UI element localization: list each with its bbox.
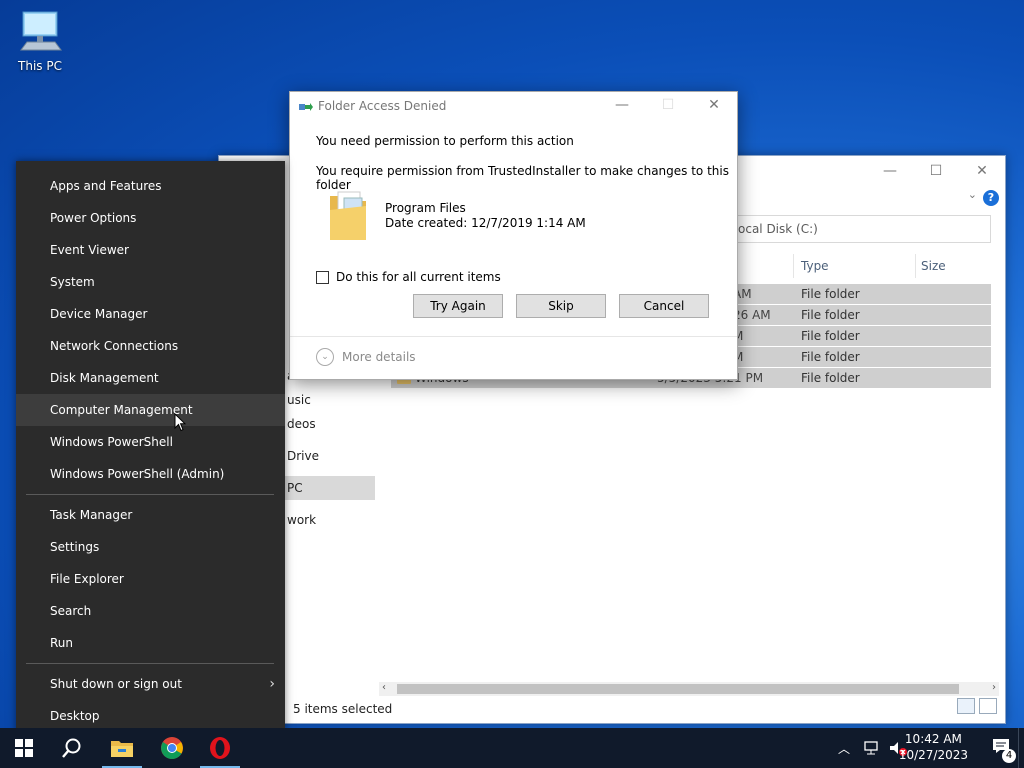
network-icon[interactable]	[862, 740, 880, 756]
menu-item-settings[interactable]: Settings	[16, 531, 285, 563]
cancel-button[interactable]: Cancel	[619, 294, 709, 318]
notification-count-badge: 4	[1002, 749, 1016, 763]
chevron-down-icon[interactable]: ⌄	[968, 188, 977, 201]
show-desktop-button[interactable]	[1018, 728, 1024, 768]
minimize-button[interactable]: —	[867, 156, 913, 186]
menu-item-shut-down-or-sign-out[interactable]: Shut down or sign out ›	[16, 668, 285, 700]
file-explorer-icon	[111, 741, 133, 757]
menu-item-apps-and-features[interactable]: Apps and Features	[16, 170, 285, 202]
address-bar[interactable]: ocal Disk (C:)	[729, 215, 991, 243]
clock-date: 10/27/2023	[898, 748, 968, 762]
apply-to-all-checkbox[interactable]: Do this for all current items	[316, 270, 501, 284]
opera-icon	[210, 737, 230, 759]
cell-type: File folder	[801, 308, 860, 322]
windows-logo-icon	[15, 739, 33, 757]
menu-item-power-options[interactable]: Power Options	[16, 202, 285, 234]
dialog-message-primary: You need permission to perform this acti…	[316, 134, 574, 148]
column-header-type[interactable]: Type	[801, 254, 829, 278]
dialog-title: Folder Access Denied	[318, 99, 447, 113]
start-button[interactable]	[0, 728, 48, 768]
dialog-minimize-button[interactable]: —	[599, 91, 645, 119]
desktop-icon-this-pc[interactable]: This PC	[10, 8, 70, 73]
cell-type: File folder	[801, 371, 860, 385]
folder-icon	[330, 191, 366, 240]
menu-item-windows-powershell-admin[interactable]: Windows PowerShell (Admin)	[16, 458, 285, 490]
mouse-cursor-icon	[174, 413, 186, 432]
skip-button[interactable]: Skip	[516, 294, 606, 318]
nav-item-onedrive[interactable]: Drive	[279, 444, 375, 468]
taskbar-app-opera[interactable]	[196, 728, 244, 768]
dialog-message-secondary: You require permission from TrustedInsta…	[316, 164, 729, 192]
folder-date-created: Date created: 12/7/2019 1:14 AM	[385, 216, 586, 230]
menu-item-network-connections[interactable]: Network Connections	[16, 330, 285, 362]
chevron-down-icon: ⌄	[316, 348, 334, 366]
dialog-maximize-button: ☐	[661, 97, 675, 113]
menu-item-windows-powershell[interactable]: Windows PowerShell	[16, 426, 285, 458]
nav-item-network[interactable]: work	[279, 508, 375, 532]
try-again-button[interactable]: Try Again	[413, 294, 503, 318]
file-move-icon	[299, 103, 313, 111]
menu-separator	[26, 663, 274, 664]
folder-name: Program Files	[385, 201, 466, 215]
chevron-right-icon: ›	[269, 676, 275, 692]
chrome-icon	[161, 737, 183, 759]
menu-item-system[interactable]: System	[16, 266, 285, 298]
clock-time: 10:42 AM	[904, 732, 962, 746]
help-icon[interactable]: ?	[983, 190, 999, 206]
menu-item-disk-management[interactable]: Disk Management	[16, 362, 285, 394]
menu-item-label: Shut down or sign out	[50, 677, 182, 691]
cell-type: File folder	[801, 329, 860, 343]
more-details-toggle[interactable]: ⌄ More details	[316, 348, 416, 366]
taskbar-app-file-explorer[interactable]	[98, 728, 146, 768]
action-center-button[interactable]: 4	[992, 738, 1016, 763]
menu-item-search[interactable]: Search	[16, 595, 285, 627]
taskbar-clock[interactable]: 10:42 AM 10/27/2023	[899, 731, 968, 763]
this-pc-icon	[20, 11, 62, 51]
nav-item-music[interactable]: usic	[279, 388, 375, 412]
search-button[interactable]	[48, 728, 96, 768]
dialog-titlebar[interactable]: Folder Access Denied — ☐ ✕	[290, 92, 737, 120]
desktop-icon-label: This PC	[18, 59, 62, 73]
menu-item-file-explorer[interactable]: File Explorer	[16, 563, 285, 595]
cell-type: File folder	[801, 350, 860, 364]
checkbox-label: Do this for all current items	[336, 270, 501, 284]
status-bar-text: 5 items selected	[293, 702, 393, 716]
close-button[interactable]: ✕	[959, 156, 1005, 186]
system-tray: ︿	[838, 728, 908, 768]
scroll-right-icon[interactable]: ›	[992, 682, 996, 693]
menu-separator	[26, 494, 274, 495]
more-details-label: More details	[342, 350, 416, 364]
large-icons-view-icon[interactable]	[979, 698, 997, 714]
details-view-icon[interactable]	[957, 698, 975, 714]
dialog-close-button[interactable]: ✕	[691, 91, 737, 119]
winx-power-user-menu: Apps and Features Power Options Event Vi…	[16, 161, 285, 740]
navigation-pane: atures usic deos Drive PC work	[279, 326, 375, 706]
menu-item-event-viewer[interactable]: Event Viewer	[16, 234, 285, 266]
dialog-divider	[290, 336, 737, 337]
cell-type: File folder	[801, 287, 860, 301]
maximize-button[interactable]: ☐	[913, 156, 959, 186]
column-divider[interactable]	[793, 254, 794, 278]
column-header-size[interactable]: Size	[921, 254, 946, 278]
menu-item-device-manager[interactable]: Device Manager	[16, 298, 285, 330]
search-icon	[62, 738, 81, 758]
horizontal-scrollbar[interactable]: ‹ ›	[379, 682, 999, 696]
view-buttons	[957, 698, 997, 714]
nav-item-this-pc[interactable]: PC	[279, 476, 375, 500]
checkbox-box[interactable]	[316, 270, 329, 284]
column-divider[interactable]	[915, 254, 916, 278]
scrollbar-thumb[interactable]	[397, 684, 959, 694]
taskbar-app-chrome[interactable]	[148, 728, 196, 768]
show-hidden-icons-button[interactable]: ︿	[838, 740, 850, 757]
menu-item-computer-management[interactable]: Computer Management	[16, 394, 285, 426]
folder-access-denied-dialog: Folder Access Denied — ☐ ✕ You need perm…	[289, 91, 738, 380]
nav-item-videos[interactable]: deos	[279, 412, 375, 436]
menu-item-run[interactable]: Run	[16, 627, 285, 659]
menu-item-task-manager[interactable]: Task Manager	[16, 499, 285, 531]
taskbar: ︿ 10:42 AM 10/27/2023 4	[0, 728, 1024, 768]
scroll-left-icon[interactable]: ‹	[382, 682, 386, 693]
